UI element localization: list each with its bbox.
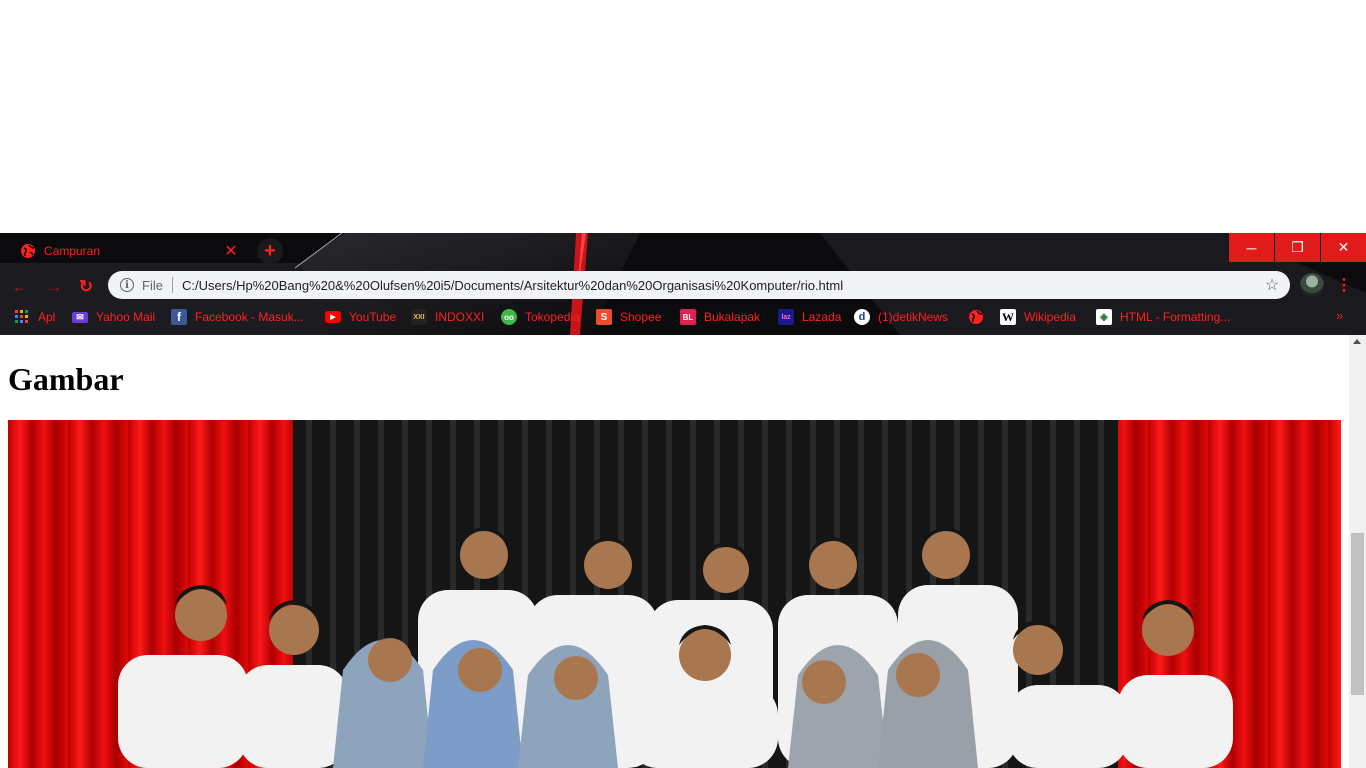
tab-title: Campuran [44,244,101,258]
bookmark-detiknews[interactable]: d (1)detikNews [854,307,948,327]
group-photo-image [8,420,1341,768]
scrollbar-thumb[interactable] [1351,533,1364,695]
bookmark-label: Facebook - Masuk... [195,310,304,324]
bookmark-apps[interactable]: Apl [14,307,55,327]
shopee-icon: S [596,309,612,325]
bukalapak-icon: BL [680,309,696,325]
globe-icon [969,310,983,324]
tutorialspoint-icon: ◈ [1096,309,1112,325]
lazada-icon: laz [778,309,794,325]
minimize-button[interactable]: ─ [1229,233,1274,262]
bookmark-label: HTML - Formatting... [1120,310,1231,324]
restore-button[interactable]: ❐ [1275,233,1320,262]
url-text[interactable]: C:/Users/Hp%20Bang%20&%20Olufsen%20i5/Do… [182,278,1260,293]
tab-close-icon[interactable]: ✕ [220,240,242,262]
apps-grid-icon [14,309,30,325]
youtube-icon: ▶ [325,311,341,323]
browser-tab[interactable]: Campuran ✕ [8,236,246,266]
bookmark-label: Wikipedia [1024,310,1077,324]
vertical-scrollbar[interactable] [1349,335,1366,768]
bookmark-bukalapak[interactable]: BL Bukalapak [680,307,760,327]
divider [171,277,173,293]
bookmark-indoxxi[interactable]: XXI INDOXXI [411,307,484,327]
wikipedia-icon: W [1000,309,1016,325]
bookmarks-overflow-icon[interactable]: » [1336,308,1343,323]
info-icon[interactable]: i [120,278,134,292]
bookmark-label: Tokopedia [525,310,580,324]
bookmark-shopee[interactable]: S Shopee [596,307,661,327]
url-scheme-label: File [142,277,163,293]
bookmark-html-formatting[interactable]: ◈ HTML - Formatting... [1096,307,1230,327]
menu-icon[interactable]: ⋮ [1336,275,1352,295]
bookmark-lazada[interactable]: laz Lazada [778,307,841,327]
new-tab-button[interactable]: + [257,238,283,264]
address-bar[interactable]: i File C:/Users/Hp%20Bang%20&%20Olufsen%… [108,271,1290,299]
bookmark-star-icon[interactable]: ☆ [1260,275,1284,295]
bookmark-globe[interactable] [968,307,992,327]
yahoo-mail-icon: ✉ [72,311,88,323]
bookmark-label: Yahoo Mail [96,310,156,324]
scroll-up-arrow-icon[interactable] [1353,339,1361,344]
bookmark-label: (1)detikNews [878,310,949,324]
facebook-icon: f [171,309,187,325]
page-heading: Gambar [8,361,124,397]
bookmark-wikipedia[interactable]: W Wikipedia [1000,307,1076,327]
bookmark-label: Lazada [802,310,842,324]
bookmark-label: Apl [38,310,56,324]
indoxxi-icon: XXI [411,309,427,325]
profile-avatar[interactable] [1300,273,1324,297]
bookmark-tokopedia[interactable]: oo Tokopedia [501,307,580,327]
bookmark-label: INDOXXI [435,310,485,324]
tokopedia-icon: oo [501,309,517,325]
reload-button[interactable]: ↻ [72,273,100,301]
detik-icon: d [854,309,870,325]
globe-icon [21,244,35,258]
back-button[interactable]: ← [6,273,34,301]
close-window-button[interactable]: ✕ [1321,233,1366,262]
bookmark-yahoo-mail[interactable]: ✉ Yahoo Mail [72,307,155,327]
bookmark-label: Bukalapak [704,310,761,324]
bookmark-label: Shopee [620,310,662,324]
bookmark-facebook[interactable]: f Facebook - Masuk... [171,307,304,327]
bookmark-youtube[interactable]: ▶ YouTube [325,307,396,327]
browser-frame: Campuran ✕ + ─ ❐ ✕ ← → ↻ i File C:/Users… [0,233,1366,335]
bookmark-label: YouTube [349,310,397,324]
forward-button[interactable]: → [40,273,68,301]
blank-desktop-area [0,0,1366,233]
page-content: Gambar [0,335,1349,768]
